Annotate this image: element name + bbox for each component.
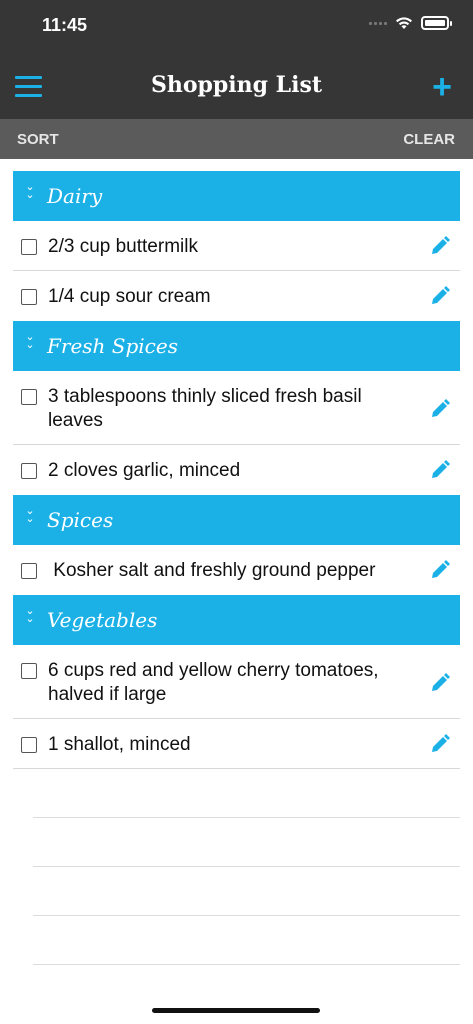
section-title: Dairy <box>47 184 103 208</box>
page-title: Shopping List <box>150 72 323 98</box>
empty-row-divider <box>33 866 460 867</box>
item-text: 6 cups red and yellow cherry tomatoes, h… <box>48 660 379 705</box>
section-header-spices[interactable]: ⌄ ⌄ Spices <box>13 495 460 545</box>
item-checkbox[interactable] <box>21 563 37 579</box>
list-item: 1 shallot, minced <box>13 719 460 769</box>
pencil-icon[interactable] <box>430 673 450 693</box>
pencil-icon[interactable] <box>430 460 450 480</box>
list-item: 2/3 cup buttermilk <box>13 221 460 271</box>
item-text: 2/3 cup buttermilk <box>48 236 198 257</box>
item-checkbox[interactable] <box>21 239 37 255</box>
item-checkbox[interactable] <box>21 463 37 479</box>
item-checkbox[interactable] <box>21 737 37 753</box>
pencil-icon[interactable] <box>430 286 450 306</box>
chevron-down-icon: ⌄ ⌄ <box>25 181 35 201</box>
item-text: 2 cloves garlic, minced <box>48 460 241 481</box>
signal-icon <box>369 21 387 25</box>
chevron-down-icon: ⌄ ⌄ <box>25 331 35 351</box>
list-item: 3 tablespoons thinly sliced fresh basil … <box>13 371 460 445</box>
item-text: Kosher salt and freshly ground pepper <box>48 560 376 581</box>
chevron-down-icon: ⌄ ⌄ <box>25 505 35 525</box>
section-header-vegetables[interactable]: ⌄ ⌄ Vegetables <box>13 595 460 645</box>
status-icons <box>369 16 452 30</box>
section-header-dairy[interactable]: ⌄ ⌄ Dairy <box>13 171 460 221</box>
section-title: Vegetables <box>47 608 158 632</box>
section-title: Spices <box>47 508 114 532</box>
item-text: 1 shallot, minced <box>48 734 191 755</box>
home-indicator[interactable] <box>152 1008 320 1013</box>
pencil-icon[interactable] <box>430 560 450 580</box>
pencil-icon[interactable] <box>430 399 450 419</box>
shopping-list: ⌄ ⌄ Dairy 2/3 cup buttermilk 1/4 cup sour… <box>13 171 460 769</box>
chevron-down-icon: ⌄ ⌄ <box>25 605 35 625</box>
empty-row-divider <box>33 915 460 916</box>
pencil-icon[interactable] <box>430 236 450 256</box>
section-header-fresh-spices[interactable]: ⌄ ⌄ Fresh Spices <box>13 321 460 371</box>
item-checkbox[interactable] <box>21 389 37 405</box>
clear-button[interactable]: CLEAR <box>403 131 455 148</box>
list-item: 6 cups red and yellow cherry tomatoes, h… <box>13 645 460 719</box>
battery-icon <box>421 16 452 30</box>
pencil-icon[interactable] <box>430 734 450 754</box>
top-bar: 11:45 Shopping List + <box>0 0 473 119</box>
toolbar: SORT CLEAR <box>0 119 473 159</box>
item-checkbox[interactable] <box>21 663 37 679</box>
list-item: 1/4 cup sour cream <box>13 271 460 321</box>
sort-button[interactable]: SORT <box>17 131 59 148</box>
item-checkbox[interactable] <box>21 289 37 305</box>
empty-row-divider <box>33 817 460 818</box>
add-item-button[interactable]: + <box>432 70 452 104</box>
list-item: Kosher salt and freshly ground pepper <box>13 545 460 595</box>
wifi-icon <box>396 17 412 29</box>
section-title: Fresh Spices <box>47 334 178 358</box>
item-text: 1/4 cup sour cream <box>48 286 211 307</box>
status-time: 11:45 <box>42 15 88 35</box>
item-text: 3 tablespoons thinly sliced fresh basil … <box>48 386 362 431</box>
list-item: 2 cloves garlic, minced <box>13 445 460 495</box>
empty-row-divider <box>33 964 460 965</box>
